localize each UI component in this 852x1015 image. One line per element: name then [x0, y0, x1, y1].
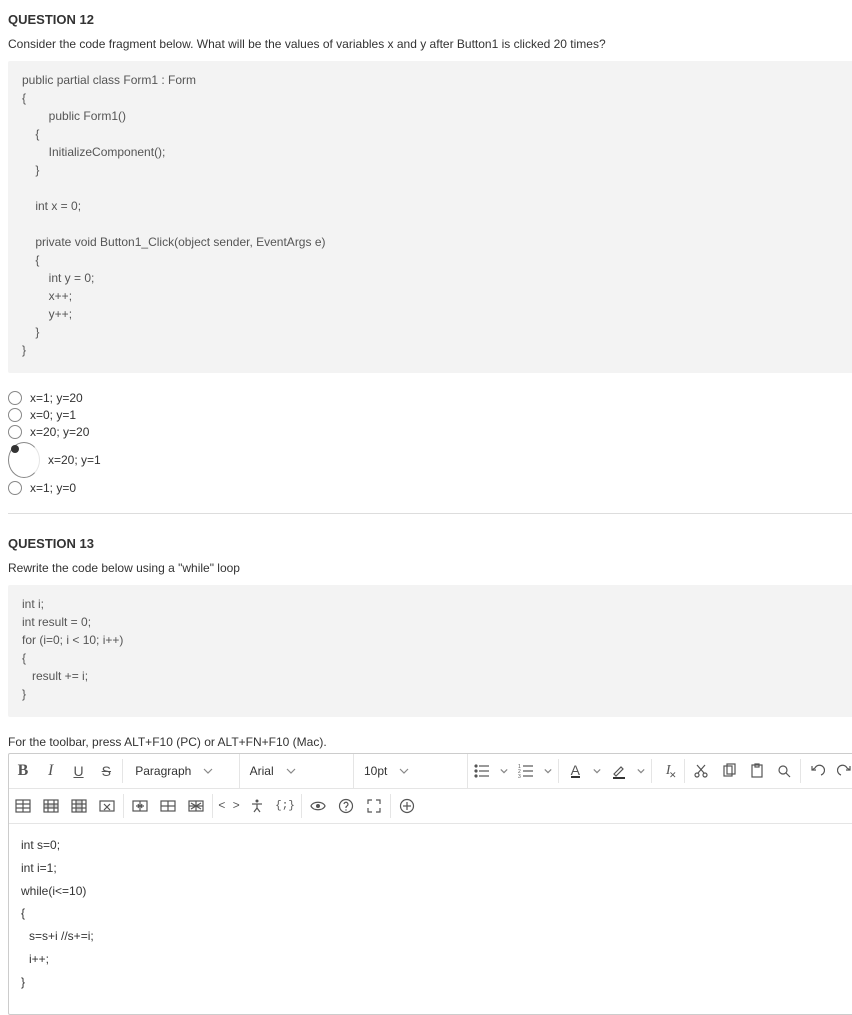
chevron-down-icon[interactable]: [589, 754, 605, 788]
redo-button[interactable]: [831, 754, 852, 788]
table-cell-delete-button[interactable]: [93, 789, 121, 823]
code-view-button[interactable]: < >: [215, 789, 243, 823]
answer-line: while(i<=10): [21, 880, 847, 903]
cut-button[interactable]: [687, 754, 715, 788]
separator: [122, 759, 123, 783]
insert-table-button[interactable]: [9, 789, 37, 823]
question-13-prompt: Rewrite the code below using a "while" l…: [8, 561, 852, 575]
table-row-button[interactable]: [37, 789, 65, 823]
question-13-code: int i; int result = 0; for (i=0; i < 10;…: [8, 585, 852, 717]
radio-icon-selected: [8, 442, 40, 478]
chevron-down-icon[interactable]: [633, 754, 649, 788]
underline-button[interactable]: U: [65, 754, 93, 788]
font-select-label: Arial: [250, 764, 274, 778]
accessibility-button[interactable]: [243, 789, 271, 823]
choice-label: x=20; y=1: [48, 453, 101, 467]
separator: [558, 759, 559, 783]
choice-1[interactable]: x=1; y=20: [8, 391, 852, 405]
answer-line: int i=1;: [21, 857, 847, 880]
paste-button[interactable]: [743, 754, 771, 788]
numbered-list-icon: 123: [512, 754, 540, 788]
divider: [8, 513, 852, 514]
choice-3[interactable]: x=20; y=20: [8, 425, 852, 439]
choice-label: x=1; y=20: [30, 391, 83, 405]
radio-icon: [8, 481, 22, 495]
toolbar-hint: For the toolbar, press ALT+F10 (PC) or A…: [8, 735, 852, 749]
undo-button[interactable]: [803, 754, 831, 788]
choice-5[interactable]: x=1; y=0: [8, 481, 852, 495]
separator: [800, 759, 801, 783]
bullet-list-control[interactable]: [468, 754, 512, 788]
chevron-down-icon[interactable]: [496, 754, 512, 788]
question-13-title: QUESTION 13: [8, 536, 852, 551]
radio-icon: [8, 425, 22, 439]
choice-2[interactable]: x=0; y=1: [8, 408, 852, 422]
answer-line: }: [21, 971, 847, 994]
choice-label: x=20; y=20: [30, 425, 89, 439]
separator: [123, 794, 124, 818]
numbered-list-control[interactable]: 123: [512, 754, 556, 788]
paragraph-select[interactable]: Paragraph: [125, 754, 239, 788]
paragraph-select-label: Paragraph: [135, 764, 191, 778]
rich-text-editor: B I U S Paragraph Arial 10pt: [8, 753, 852, 1015]
radio-icon: [8, 391, 22, 405]
bold-button[interactable]: B: [9, 754, 37, 788]
svg-text:3: 3: [518, 774, 521, 779]
answer-line: s=s+i //s+=i;: [21, 925, 847, 948]
font-select[interactable]: Arial: [240, 754, 354, 788]
question-12-choices: x=1; y=20 x=0; y=1 x=20; y=20 x=20; y=1 …: [8, 391, 852, 495]
chevron-down-icon[interactable]: [540, 754, 556, 788]
bullet-list-icon: [468, 754, 496, 788]
radio-icon: [8, 408, 22, 422]
delete-table-button[interactable]: [182, 789, 210, 823]
separator: [390, 794, 391, 818]
highlight-color-control[interactable]: [605, 754, 649, 788]
font-size-select[interactable]: 10pt: [354, 754, 468, 788]
highlight-icon: [605, 754, 633, 788]
choice-label: x=0; y=1: [30, 408, 76, 422]
question-12-code: public partial class Form1 : Form { publ…: [8, 61, 852, 373]
font-color-icon: A: [561, 754, 589, 788]
italic-button[interactable]: I: [37, 754, 65, 788]
separator: [684, 759, 685, 783]
font-size-label: 10pt: [364, 764, 387, 778]
clear-formatting-button[interactable]: I✕: [654, 754, 682, 788]
table-column-button[interactable]: [65, 789, 93, 823]
choice-label: x=1; y=0: [30, 481, 76, 495]
add-content-button[interactable]: [393, 789, 421, 823]
split-cells-button[interactable]: [154, 789, 182, 823]
question-12-prompt: Consider the code fragment below. What w…: [8, 37, 852, 51]
font-color-control[interactable]: A: [561, 754, 605, 788]
code-sample-button[interactable]: {;}: [271, 789, 299, 823]
separator: [301, 794, 302, 818]
answer-line: {: [21, 902, 847, 925]
separator: [212, 794, 213, 818]
strikethrough-button[interactable]: S: [92, 754, 120, 788]
preview-button[interactable]: [304, 789, 332, 823]
choice-4[interactable]: x=20; y=1: [8, 442, 852, 478]
copy-button[interactable]: [715, 754, 743, 788]
fullscreen-button[interactable]: [360, 789, 388, 823]
answer-line: i++;: [21, 948, 847, 971]
separator: [651, 759, 652, 783]
merge-cells-button[interactable]: [126, 789, 154, 823]
question-12-title: QUESTION 12: [8, 12, 852, 27]
toolbar-row-2: < > {;}: [9, 789, 852, 824]
help-button[interactable]: [332, 789, 360, 823]
toolbar-row-1: B I U S Paragraph Arial 10pt: [9, 754, 852, 789]
find-button[interactable]: [771, 754, 799, 788]
answer-line: int s=0;: [21, 834, 847, 857]
editor-content[interactable]: int s=0; int i=1; while(i<=10) { s=s+i /…: [9, 824, 852, 1014]
